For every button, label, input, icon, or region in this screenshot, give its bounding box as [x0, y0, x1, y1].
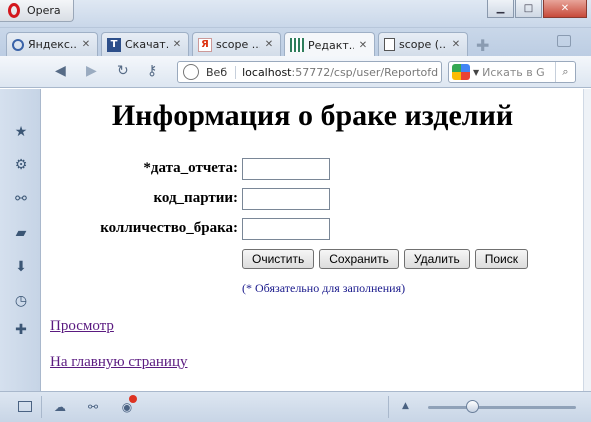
window-titlebar: Opera ▁ □ ✕	[0, 0, 591, 28]
page-content: Информация о браке изделий *дата_отчета:…	[42, 89, 583, 391]
new-tab-plus-icon[interactable]: ✚	[476, 36, 489, 55]
address-bar[interactable]: Веб localhost:57772/csp/user/Reportofd	[177, 61, 442, 83]
yandex-icon: Я	[198, 37, 212, 52]
maximize-icon: □	[523, 3, 534, 14]
tab-close-icon[interactable]: ✕	[451, 39, 461, 50]
opera-menu-label: Opera	[27, 4, 61, 17]
downloads-icon[interactable]: ⬇	[13, 259, 29, 275]
navigation-bar: ◀ ▶ ↻ ⚷ Веб localhost:57772/csp/user/Rep…	[0, 56, 591, 88]
minimize-icon: ▁	[496, 3, 505, 14]
notes-icon[interactable]: ▰	[13, 225, 29, 241]
defect-count-label: колличество_брака:	[100, 220, 238, 236]
clear-button[interactable]: Очистить	[242, 249, 315, 269]
maximize-button[interactable]: □	[515, 0, 542, 18]
delete-button[interactable]: Удалить	[403, 249, 470, 269]
web-label: Веб	[204, 65, 237, 79]
search-box[interactable]: ▼ Искать в G ⌕	[448, 61, 576, 83]
opera-logo-icon	[8, 3, 20, 18]
batch-code-label: код_партии:	[153, 190, 238, 206]
tab-download[interactable]: T Скачат... ✕	[101, 32, 189, 56]
reload-icon[interactable]: ↻	[117, 63, 129, 79]
tab-scope-doc[interactable]: scope (... ✕	[378, 32, 468, 56]
settings-gear-icon[interactable]: ⚙	[13, 157, 29, 173]
url-host: localhost	[242, 65, 292, 79]
report-date-input[interactable]	[242, 158, 330, 180]
tab-editor-active[interactable]: Редакт... ✕	[284, 32, 375, 57]
notification-badge	[129, 395, 137, 403]
search-placeholder[interactable]: Искать в G	[482, 66, 555, 79]
back-arrow-icon[interactable]: ◀	[55, 63, 66, 79]
search-magnifier-icon[interactable]: ⌕	[555, 62, 575, 82]
cloud-icon[interactable]: ☁	[52, 400, 68, 414]
search-engine-dropdown-icon[interactable]: ▼	[473, 68, 479, 77]
tab-label: Редакт...	[308, 38, 354, 52]
opera-menu-button[interactable]: Opera	[0, 0, 74, 22]
tab-bar: Яндекс... ✕ T Скачат... ✕ Я scope ... ✕ …	[0, 28, 591, 57]
unite-icon[interactable]: ⚯	[85, 400, 101, 414]
defect-count-input[interactable]	[242, 218, 330, 240]
tab-yandex[interactable]: Яндекс... ✕	[6, 32, 98, 56]
globe-icon	[183, 64, 199, 80]
bookmarks-star-icon[interactable]: ★	[13, 124, 29, 140]
batch-code-input[interactable]	[242, 188, 330, 210]
close-icon: ✕	[560, 3, 570, 14]
tab-close-icon[interactable]: ✕	[264, 39, 274, 50]
form-row-report-date: *дата_отчета:	[42, 158, 583, 180]
tab-close-icon[interactable]: ✕	[172, 39, 182, 50]
tab-close-icon[interactable]: ✕	[81, 39, 91, 50]
form-row-batch-code: код_партии:	[42, 188, 583, 210]
tab-scope-yandex[interactable]: Я scope ... ✕	[192, 32, 281, 56]
status-separator	[41, 396, 42, 418]
status-separator	[388, 396, 389, 418]
home-page-link[interactable]: На главную страницу	[50, 354, 187, 371]
report-date-label: *дата_отчета:	[143, 160, 238, 176]
view-link[interactable]: Просмотр	[50, 318, 114, 335]
close-window-button[interactable]: ✕	[543, 0, 587, 18]
url-text[interactable]: localhost:57772/csp/user/Reportofd	[236, 66, 438, 79]
tab-label: Яндекс...	[28, 38, 77, 51]
tab-close-icon[interactable]: ✕	[358, 40, 368, 51]
minimize-button[interactable]: ▁	[487, 0, 514, 18]
document-icon	[384, 38, 395, 51]
search-button[interactable]: Поиск	[474, 249, 528, 269]
tab-label: scope (...	[399, 38, 447, 51]
add-panel-icon[interactable]: ✚	[13, 322, 29, 338]
csp-grid-icon	[290, 38, 304, 52]
tab-label: Скачат...	[125, 38, 168, 51]
window-controls: ▁ □ ✕	[487, 0, 587, 18]
unite-icon[interactable]: ⚯	[13, 191, 29, 207]
history-clock-icon[interactable]: ◷	[13, 293, 29, 309]
save-button[interactable]: Сохранить	[319, 249, 399, 269]
opera-speed-dial-icon	[12, 38, 24, 51]
zoom-slider-track[interactable]	[428, 406, 576, 409]
t-site-icon: T	[107, 37, 121, 52]
form-row-defect-count: колличество_брака:	[42, 218, 583, 240]
required-fields-note: (* Обязательно для заполнения)	[242, 281, 406, 295]
tab-label: scope ...	[216, 38, 260, 51]
form-buttons: Очистить Сохранить Удалить Поиск	[242, 249, 528, 269]
opera-sidebar: ★ ⚙ ⚯ ▰ ⬇ ◷ ✚	[0, 89, 41, 391]
status-bar: ☁ ⚯ ◉ ▲	[0, 391, 591, 422]
google-icon[interactable]	[452, 64, 470, 80]
page-right-edge	[583, 89, 591, 391]
zoom-menu-arrow-icon[interactable]: ▲	[402, 401, 409, 411]
url-path: :57772/csp/user/Reportofd	[291, 65, 439, 79]
key-icon[interactable]: ⚷	[147, 63, 157, 79]
panel-toggle-icon[interactable]	[18, 401, 32, 412]
forward-arrow-icon[interactable]: ▶	[86, 63, 97, 79]
page-title: Информация о браке изделий	[111, 99, 514, 132]
zoom-slider-thumb[interactable]	[466, 400, 479, 413]
closed-tabs-icon[interactable]	[557, 35, 571, 47]
